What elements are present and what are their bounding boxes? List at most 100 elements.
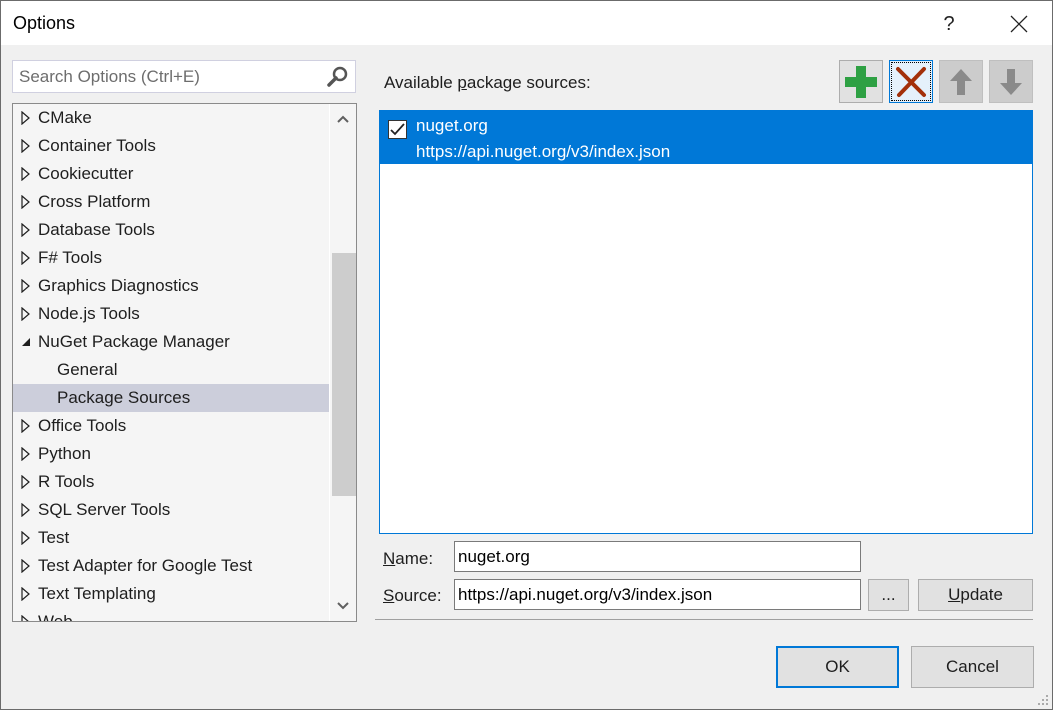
tree-scrollbar[interactable] [329, 104, 356, 621]
dialog-title: Options [13, 13, 76, 33]
tree-item[interactable]: NuGet Package Manager [13, 328, 329, 356]
available-sources-label: Available package sources: [384, 73, 591, 93]
package-source-item[interactable]: nuget.org https://api.nuget.org/v3/index… [380, 111, 1032, 164]
search-options-input[interactable] [19, 66, 319, 88]
collapsed-triangle-icon[interactable] [21, 244, 33, 272]
tree-item[interactable]: SQL Server Tools [13, 496, 329, 524]
tree-item-label: Container Tools [38, 136, 156, 155]
source-name: nuget.org [416, 116, 488, 135]
tree-item-label: CMake [38, 108, 92, 127]
tree-item-label: Cross Platform [38, 192, 151, 211]
tree-item-label: Python [38, 444, 91, 463]
cancel-button[interactable]: Cancel [911, 646, 1034, 688]
tree-item-label: R Tools [38, 472, 95, 491]
options-tree: CMake Container Tools Cookiecutter Cross Pl… [12, 103, 357, 622]
collapsed-triangle-icon[interactable] [21, 524, 33, 552]
tree-item[interactable]: Database Tools [13, 216, 329, 244]
tree-item[interactable]: Test Adapter for Google Test [13, 552, 329, 580]
checkmark-icon [390, 123, 405, 136]
close-button[interactable] [999, 9, 1039, 39]
tree-item[interactable]: Node.js Tools [13, 300, 329, 328]
tree-item[interactable]: R Tools [13, 468, 329, 496]
move-up-button[interactable] [939, 60, 983, 103]
name-field[interactable] [454, 541, 861, 572]
resize-grip-icon[interactable] [1037, 694, 1049, 706]
source-label: Source: [383, 586, 442, 606]
tree-item[interactable]: CMake [13, 104, 329, 132]
tree-item[interactable]: Text Templating [13, 580, 329, 608]
label-accel: p [457, 73, 467, 92]
tree-item[interactable]: Web [13, 608, 329, 622]
label-accel: U [948, 585, 961, 604]
help-button[interactable]: ? [929, 9, 969, 39]
separator [375, 619, 1033, 620]
arrow-up-icon [950, 68, 972, 95]
label-part: Available [384, 73, 458, 92]
add-source-button[interactable] [839, 60, 883, 103]
ok-button[interactable]: OK [776, 646, 899, 688]
scroll-up-button[interactable] [330, 106, 356, 132]
tree-item-label: Test Adapter for Google Test [38, 556, 253, 575]
collapsed-triangle-icon[interactable] [21, 412, 33, 440]
tree-item[interactable]: Cookiecutter [13, 160, 329, 188]
collapsed-triangle-icon[interactable] [21, 104, 33, 132]
tree-item-label: NuGet Package Manager [38, 332, 230, 351]
chevron-down-icon [337, 602, 349, 610]
collapsed-triangle-icon[interactable] [21, 608, 33, 621]
label-accel: N [383, 549, 396, 568]
search-options-box[interactable] [12, 60, 356, 93]
source-field[interactable] [454, 579, 861, 610]
close-icon [1010, 15, 1028, 33]
label-accel: S [383, 586, 395, 605]
name-input[interactable] [455, 542, 860, 571]
tree-item-label: Database Tools [38, 220, 155, 239]
search-icon[interactable] [327, 66, 349, 88]
collapsed-triangle-icon[interactable] [21, 272, 33, 300]
tree-item-label: Package Sources [57, 388, 191, 407]
name-label: Name: [383, 549, 433, 569]
source-input[interactable] [455, 580, 860, 609]
collapsed-triangle-icon[interactable] [21, 132, 33, 160]
tree-item-label: Text Templating [38, 584, 156, 603]
remove-source-button[interactable] [889, 60, 933, 103]
collapsed-triangle-icon[interactable] [21, 552, 33, 580]
tree-item[interactable]: Package Sources [13, 384, 329, 412]
tree-item[interactable]: F# Tools [13, 244, 329, 272]
tree-item[interactable]: Cross Platform [13, 188, 329, 216]
tree-item-label: Web [38, 612, 73, 622]
collapsed-triangle-icon[interactable] [21, 580, 33, 608]
tree-list: CMake Container Tools Cookiecutter Cross Pl… [13, 104, 329, 622]
scrollbar-thumb[interactable] [332, 253, 356, 496]
tree-item[interactable]: Test [13, 524, 329, 552]
collapsed-triangle-icon[interactable] [21, 160, 33, 188]
expanded-triangle-icon[interactable] [21, 328, 33, 356]
collapsed-triangle-icon[interactable] [21, 216, 33, 244]
browse-button[interactable]: ... [868, 579, 909, 611]
scroll-down-button[interactable] [330, 593, 356, 619]
chevron-up-icon [337, 115, 349, 123]
collapsed-triangle-icon[interactable] [21, 496, 33, 524]
tree-item-label: F# Tools [38, 248, 102, 267]
tree-item-label: Office Tools [38, 416, 127, 435]
tree-item-label: Graphics Diagnostics [38, 276, 199, 295]
collapsed-triangle-icon[interactable] [21, 300, 33, 328]
move-down-button[interactable] [989, 60, 1033, 103]
tree-item-label: SQL Server Tools [38, 500, 171, 519]
tree-item[interactable]: Container Tools [13, 132, 329, 160]
source-enabled-checkbox[interactable] [388, 120, 407, 139]
update-button[interactable]: Update [918, 579, 1033, 611]
remove-icon [896, 66, 926, 97]
arrow-down-icon [1000, 68, 1022, 95]
tree-item[interactable]: Python [13, 440, 329, 468]
collapsed-triangle-icon[interactable] [21, 188, 33, 216]
collapsed-triangle-icon[interactable] [21, 440, 33, 468]
label-part: ame: [395, 549, 434, 568]
tree-item-label: Test [38, 528, 70, 547]
collapsed-triangle-icon[interactable] [21, 468, 33, 496]
tree-item-label: Node.js Tools [38, 304, 140, 323]
tree-item[interactable]: Graphics Diagnostics [13, 272, 329, 300]
tree-item[interactable]: Office Tools [13, 412, 329, 440]
tree-item[interactable]: General [13, 356, 329, 384]
package-sources-list[interactable]: nuget.org https://api.nuget.org/v3/index… [379, 110, 1033, 534]
options-dialog: Options ? CMake Container Tools Cookiecutt… [0, 0, 1053, 710]
